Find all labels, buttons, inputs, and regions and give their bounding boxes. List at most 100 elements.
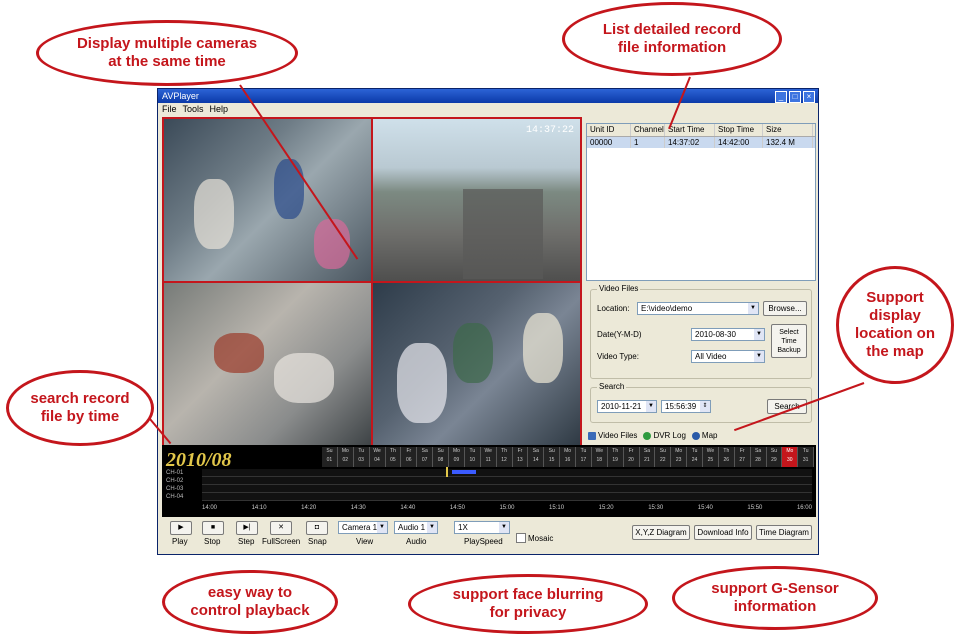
calendar-day[interactable]: We 04 bbox=[369, 447, 386, 467]
day-number: 05 bbox=[390, 457, 396, 463]
video-grid[interactable]: 14:37:22 bbox=[162, 117, 582, 447]
calendar-day[interactable]: Tu 24 bbox=[687, 447, 703, 467]
channel-track[interactable] bbox=[202, 493, 812, 501]
channel-track[interactable] bbox=[202, 485, 812, 493]
channel-label: CH-01 bbox=[166, 470, 184, 476]
calendar-day[interactable]: We 18 bbox=[591, 447, 608, 467]
calendar-day[interactable]: Sa 28 bbox=[750, 447, 767, 467]
mosaic-option[interactable]: Mosaic bbox=[516, 533, 553, 543]
calendar-day[interactable]: Fr 06 bbox=[401, 447, 418, 467]
search-time-spinner[interactable]: 15:56:39 ⇕ bbox=[661, 400, 711, 413]
callout-multi-camera: Display multiple cameras at the same tim… bbox=[36, 20, 298, 86]
day-number: 11 bbox=[485, 457, 491, 463]
video-type-combo[interactable]: All Video ▼ bbox=[691, 350, 765, 363]
col-stop-time[interactable]: Stop Time bbox=[715, 124, 763, 136]
chevron-down-icon[interactable]: ▼ bbox=[748, 303, 758, 314]
day-number: 26 bbox=[723, 457, 730, 463]
calendar-day[interactable]: Tu 03 bbox=[353, 447, 370, 467]
calendar-day[interactable]: Mo 23 bbox=[671, 447, 688, 467]
calendar-day[interactable]: Fr 27 bbox=[734, 447, 751, 467]
xyz-diagram-button[interactable]: X,Y,Z Diagram bbox=[632, 525, 690, 540]
time-diagram-button[interactable]: Time Diagram bbox=[756, 525, 812, 540]
camera-select[interactable]: Camera 1 ▼ bbox=[338, 521, 388, 534]
right-pane: Unit ID Channel Start Time Stop Time Siz… bbox=[586, 117, 816, 447]
tab-dvr-log[interactable]: DVR Log bbox=[643, 429, 686, 443]
step-button[interactable]: ▶| bbox=[236, 521, 258, 535]
col-size[interactable]: Size bbox=[763, 124, 813, 136]
calendar-day[interactable]: Mo 09 bbox=[449, 447, 465, 467]
minimize-button[interactable]: _ bbox=[775, 91, 787, 103]
col-unit-id[interactable]: Unit ID bbox=[587, 124, 631, 136]
date-combo[interactable]: 2010-08-30 ▼ bbox=[691, 328, 765, 341]
chevron-down-icon[interactable]: ▼ bbox=[646, 401, 656, 412]
calendar-day[interactable]: Tu 10 bbox=[464, 447, 481, 467]
camera-view-2[interactable]: 14:37:22 bbox=[373, 119, 580, 281]
menu-tools[interactable]: Tools bbox=[183, 103, 204, 115]
snap-label: Snap bbox=[308, 537, 327, 546]
location-combo[interactable]: E:\video\demo ▼ bbox=[637, 302, 759, 315]
tab-video-files[interactable]: Video Files bbox=[588, 429, 637, 443]
select-time-backup-button[interactable]: Select Time Backup bbox=[771, 324, 807, 358]
calendar-day[interactable]: Su 08 bbox=[433, 447, 449, 467]
spinner-icon[interactable]: ⇕ bbox=[700, 401, 710, 412]
calendar-day[interactable]: Mo 30 bbox=[782, 447, 799, 467]
camera-view-3[interactable] bbox=[164, 283, 371, 445]
chevron-down-icon[interactable]: ▼ bbox=[499, 522, 509, 533]
calendar-day[interactable]: Sa 21 bbox=[639, 447, 656, 467]
weekday-label: Th bbox=[723, 448, 730, 454]
play-button[interactable]: ▶ bbox=[170, 521, 192, 535]
camera-view-4[interactable] bbox=[373, 283, 580, 445]
mosaic-checkbox[interactable] bbox=[516, 533, 526, 543]
playspeed-select[interactable]: 1X ▼ bbox=[454, 521, 510, 534]
browse-button[interactable]: Browse... bbox=[763, 301, 807, 316]
camera-view-1[interactable] bbox=[164, 119, 371, 281]
calendar-day[interactable]: Mo 02 bbox=[337, 447, 354, 467]
calendar-day[interactable]: Fr 20 bbox=[623, 447, 640, 467]
tab-map[interactable]: Map bbox=[691, 429, 717, 443]
list-item[interactable]: 00000 1 14:37:02 14:42:00 132.4 M bbox=[587, 137, 815, 148]
col-start-time[interactable]: Start Time bbox=[665, 124, 715, 136]
calendar-day[interactable]: Sa 14 bbox=[528, 447, 545, 467]
calendar-day[interactable]: Tu 31 bbox=[798, 447, 815, 467]
calendar-day[interactable]: Sa 07 bbox=[417, 447, 434, 467]
timeline-panel[interactable]: 2010/08 Su 01 Mo 02 Tu 03 We 04 Th 05 Fr 06 Sa 07 Su 08… bbox=[162, 445, 816, 517]
snap-button[interactable]: ◘ bbox=[306, 521, 328, 535]
calendar-day[interactable]: Fr 13 bbox=[512, 447, 529, 467]
calendar-day[interactable]: We 25 bbox=[703, 447, 719, 467]
audio-select[interactable]: Audio 1 ▼ bbox=[394, 521, 438, 534]
chevron-down-icon[interactable]: ▼ bbox=[754, 351, 764, 362]
record-segment[interactable] bbox=[452, 470, 477, 474]
calendar-day[interactable]: Th 19 bbox=[607, 447, 624, 467]
calendar-day[interactable]: Th 12 bbox=[496, 447, 513, 467]
calendar-day[interactable]: Su 15 bbox=[544, 447, 561, 467]
calendar-day[interactable]: Tu 17 bbox=[576, 447, 592, 467]
menu-help[interactable]: Help bbox=[210, 103, 229, 115]
calendar-day[interactable]: Su 29 bbox=[766, 447, 783, 467]
weekday-label: We bbox=[373, 448, 381, 454]
calendar-day[interactable]: Th 05 bbox=[385, 447, 402, 467]
time-tick: 14:20 bbox=[301, 505, 317, 511]
chevron-down-icon[interactable]: ▼ bbox=[427, 522, 437, 533]
chevron-down-icon[interactable]: ▼ bbox=[377, 522, 387, 533]
chevron-down-icon[interactable]: ▼ bbox=[754, 329, 764, 340]
video-type-label: Video Type: bbox=[597, 352, 639, 361]
weekday-label: Su bbox=[548, 448, 555, 454]
maximize-button[interactable]: □ bbox=[789, 91, 801, 103]
channel-track[interactable] bbox=[202, 477, 812, 485]
search-date-combo[interactable]: 2010-11-21 ▼ bbox=[597, 400, 657, 413]
calendar-day[interactable]: Su 22 bbox=[655, 447, 672, 467]
calendar-day[interactable]: We 11 bbox=[480, 447, 497, 467]
fullscreen-button[interactable]: ✕ bbox=[270, 521, 292, 535]
close-button[interactable]: × bbox=[803, 91, 815, 103]
day-number: 07 bbox=[421, 457, 428, 463]
calendar-day[interactable]: Th 26 bbox=[718, 447, 735, 467]
download-info-button[interactable]: Download Info bbox=[694, 525, 752, 540]
record-file-list[interactable]: Unit ID Channel Start Time Stop Time Siz… bbox=[586, 123, 816, 281]
calendar-day[interactable]: Mo 16 bbox=[560, 447, 576, 467]
playspeed-label: PlaySpeed bbox=[464, 537, 503, 546]
col-channel[interactable]: Channel bbox=[631, 124, 665, 136]
menu-file[interactable]: File bbox=[162, 103, 177, 115]
calendar-day[interactable]: Su 01 bbox=[322, 447, 338, 467]
channel-track[interactable] bbox=[202, 467, 812, 501]
stop-button[interactable]: ■ bbox=[202, 521, 224, 535]
